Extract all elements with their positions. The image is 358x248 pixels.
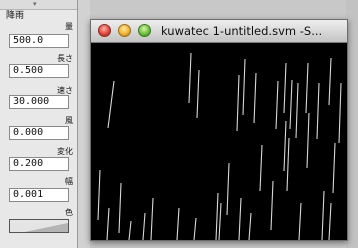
width-field[interactable]: 0.001: [9, 188, 69, 202]
close-button-icon[interactable]: [98, 24, 111, 37]
amount-field[interactable]: 500.0: [9, 34, 69, 48]
variation-label: 変化: [57, 147, 73, 156]
document-window: kuwatec 1-untitled.svm -S...: [90, 19, 348, 241]
inspector-panel: ▾ 降雨 量 500.0 長さ 0.500 速さ 30.000 風 0.000 …: [0, 0, 78, 248]
panel-header: ▾: [0, 0, 77, 10]
window-title: kuwatec 1-untitled.svm -S...: [161, 24, 323, 38]
collapse-arrow-icon[interactable]: ▾: [33, 0, 37, 9]
length-label: 長さ: [57, 54, 73, 63]
speed-field[interactable]: 30.000: [9, 95, 69, 109]
rain-viewport: [91, 43, 347, 240]
amount-label: 量: [65, 22, 73, 31]
rain-canvas[interactable]: [91, 43, 347, 240]
color-label: 色: [65, 208, 73, 217]
zoom-button-icon[interactable]: [138, 24, 151, 37]
minimize-button-icon[interactable]: [118, 24, 131, 37]
window-titlebar[interactable]: kuwatec 1-untitled.svm -S...: [91, 20, 347, 43]
wind-label: 風: [65, 116, 73, 125]
color-swatch[interactable]: [9, 219, 69, 233]
variation-field[interactable]: 0.200: [9, 157, 69, 171]
section-title: 降雨: [6, 11, 25, 21]
panel-divider: [78, 0, 90, 248]
width-label: 幅: [65, 177, 73, 186]
swatch-diagonal-icon: [10, 223, 68, 232]
length-field[interactable]: 0.500: [9, 64, 69, 78]
wind-field[interactable]: 0.000: [9, 126, 69, 140]
canvas-background: [91, 43, 347, 240]
